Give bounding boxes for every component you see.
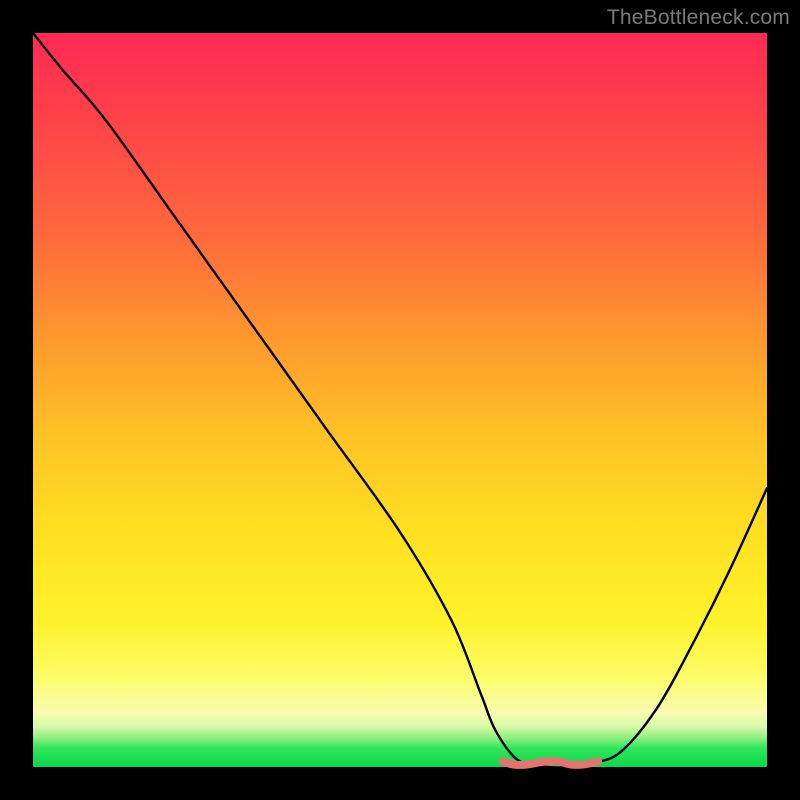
watermark-text: TheBottleneck.com [607,6,790,30]
optimal-band-path [503,761,598,765]
bottleneck-curve-path [33,33,767,768]
chart-svg [33,33,767,767]
chart-plot-area [33,33,767,767]
chart-frame: TheBottleneck.com [0,0,800,800]
